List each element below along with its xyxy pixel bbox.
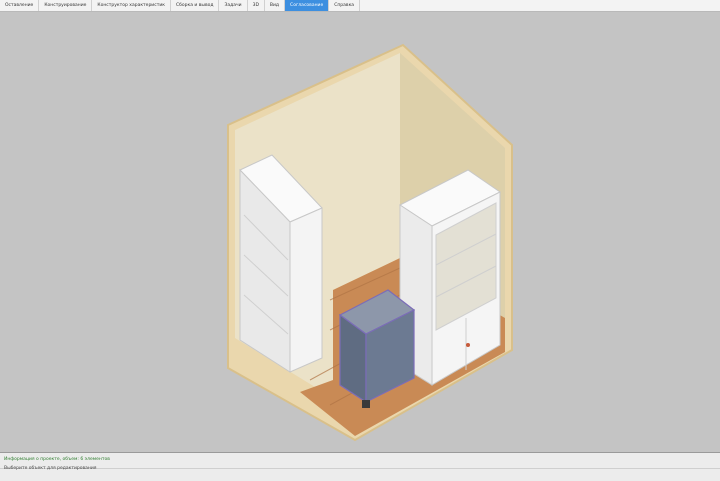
menu-bar: Оставление Конструирование Конструктор х…	[0, 0, 720, 12]
status-bar: Информация о проекте, объем: 6 элементов…	[0, 452, 720, 481]
menu-item-1[interactable]: Оставление	[0, 0, 40, 11]
menu-item-3[interactable]: Конструктор характеристик	[92, 0, 171, 11]
room-scene	[227, 43, 513, 442]
menu-item-8[interactable]: Согласование	[285, 0, 330, 11]
menu-item-2[interactable]: Конструирование	[39, 0, 93, 11]
3d-viewport[interactable]	[0, 12, 720, 452]
menu-item-6[interactable]: 3D	[248, 0, 265, 11]
status-line-2: Выберите объект для редактирования	[4, 466, 97, 471]
menu-item-7[interactable]: Вид	[265, 0, 286, 11]
menu-item-4[interactable]: Сборка и вывод	[171, 0, 220, 11]
menu-item-5[interactable]: Задачи	[219, 0, 248, 11]
status-line-1: Информация о проекте, объем: 6 элементов	[4, 457, 110, 462]
menu-item-9[interactable]: Справка	[329, 0, 361, 11]
right-cabinet[interactable]	[399, 169, 501, 386]
